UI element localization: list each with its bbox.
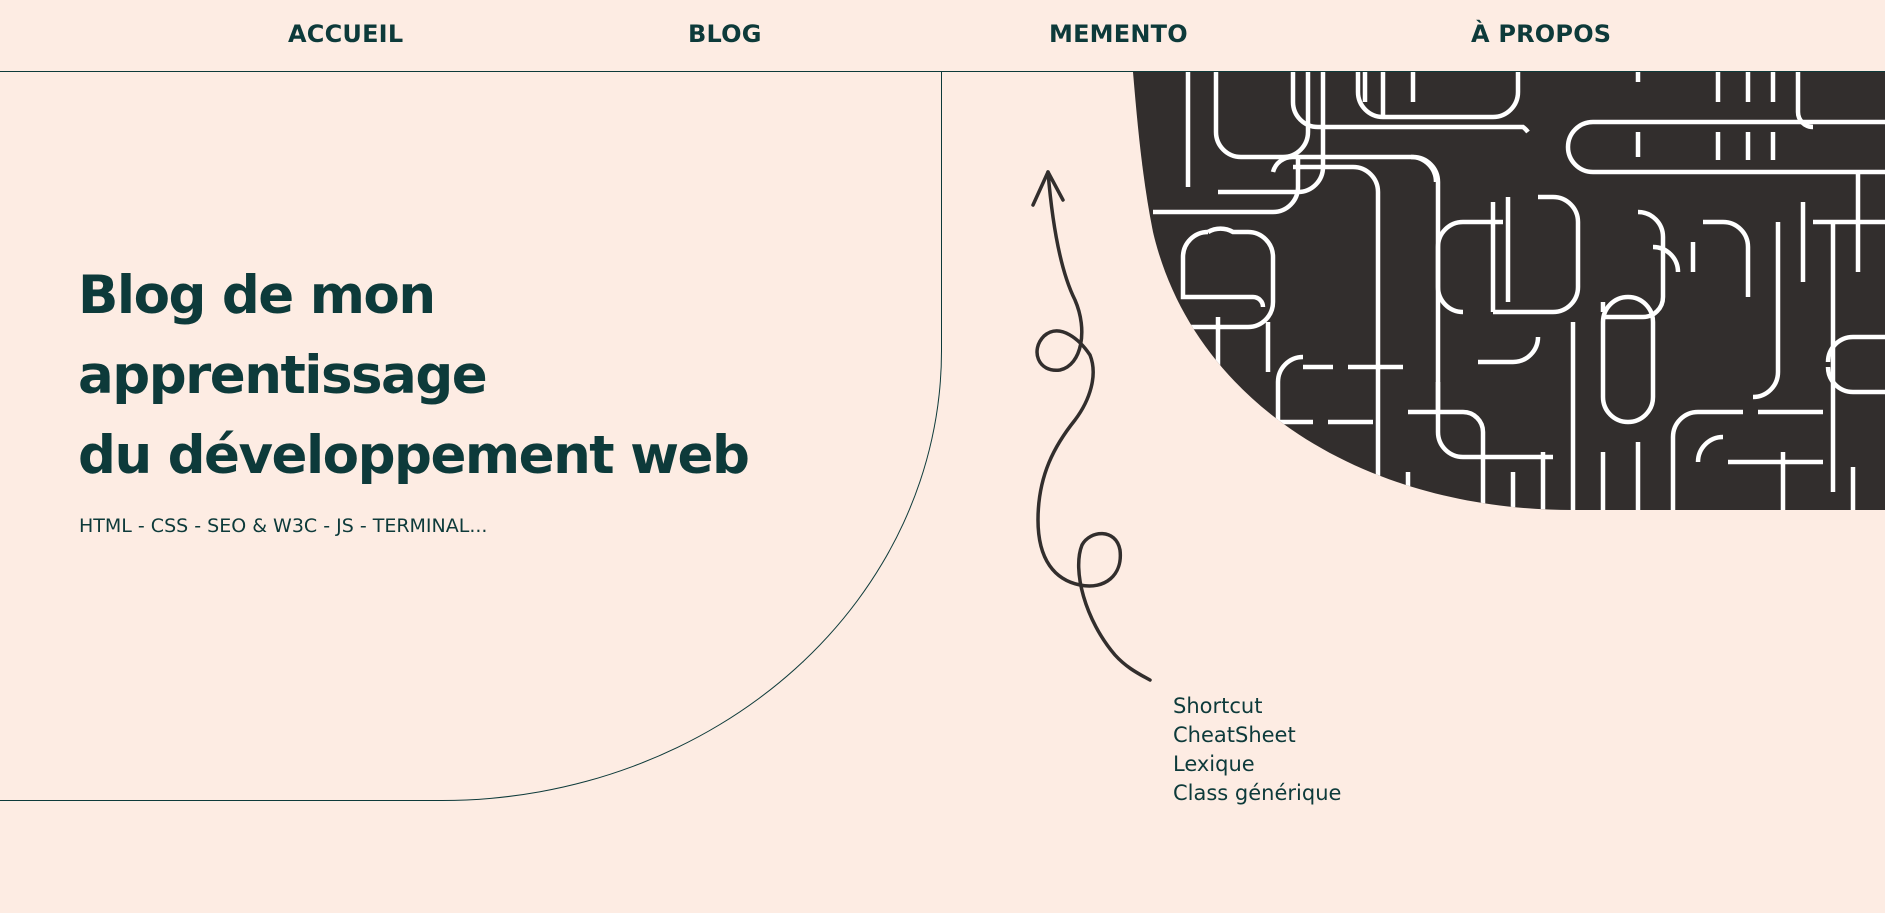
- circuit-pattern-banner: [1133, 72, 1885, 510]
- memento-item-cheatsheet[interactable]: CheatSheet: [1173, 721, 1341, 750]
- page: ACCUEIL BLOG MEMENTO À PROPOS Blog de mo…: [0, 0, 1885, 913]
- nav-link-accueil[interactable]: ACCUEIL: [288, 20, 403, 48]
- memento-item-class-generique[interactable]: Class générique: [1173, 779, 1341, 808]
- memento-item-lexique[interactable]: Lexique: [1173, 750, 1341, 779]
- nav-link-blog[interactable]: BLOG: [688, 20, 762, 48]
- nav-link-a-propos[interactable]: À PROPOS: [1471, 20, 1611, 48]
- memento-list: Shortcut CheatSheet Lexique Class généri…: [1173, 692, 1341, 808]
- hero-title-line-1: Blog de mon apprentissage: [78, 265, 488, 406]
- hero-title: Blog de mon apprentissage du développeme…: [78, 256, 858, 496]
- top-navigation: ACCUEIL BLOG MEMENTO À PROPOS: [0, 0, 1885, 72]
- hero-topics: HTML - CSS - SEO & W3C - JS - TERMINAL..…: [79, 515, 488, 537]
- hero-title-line-2: du développement web: [78, 425, 750, 486]
- nav-link-memento[interactable]: MEMENTO: [1049, 20, 1188, 48]
- squiggle-arrow-icon: [1031, 170, 1152, 682]
- memento-item-shortcut[interactable]: Shortcut: [1173, 692, 1341, 721]
